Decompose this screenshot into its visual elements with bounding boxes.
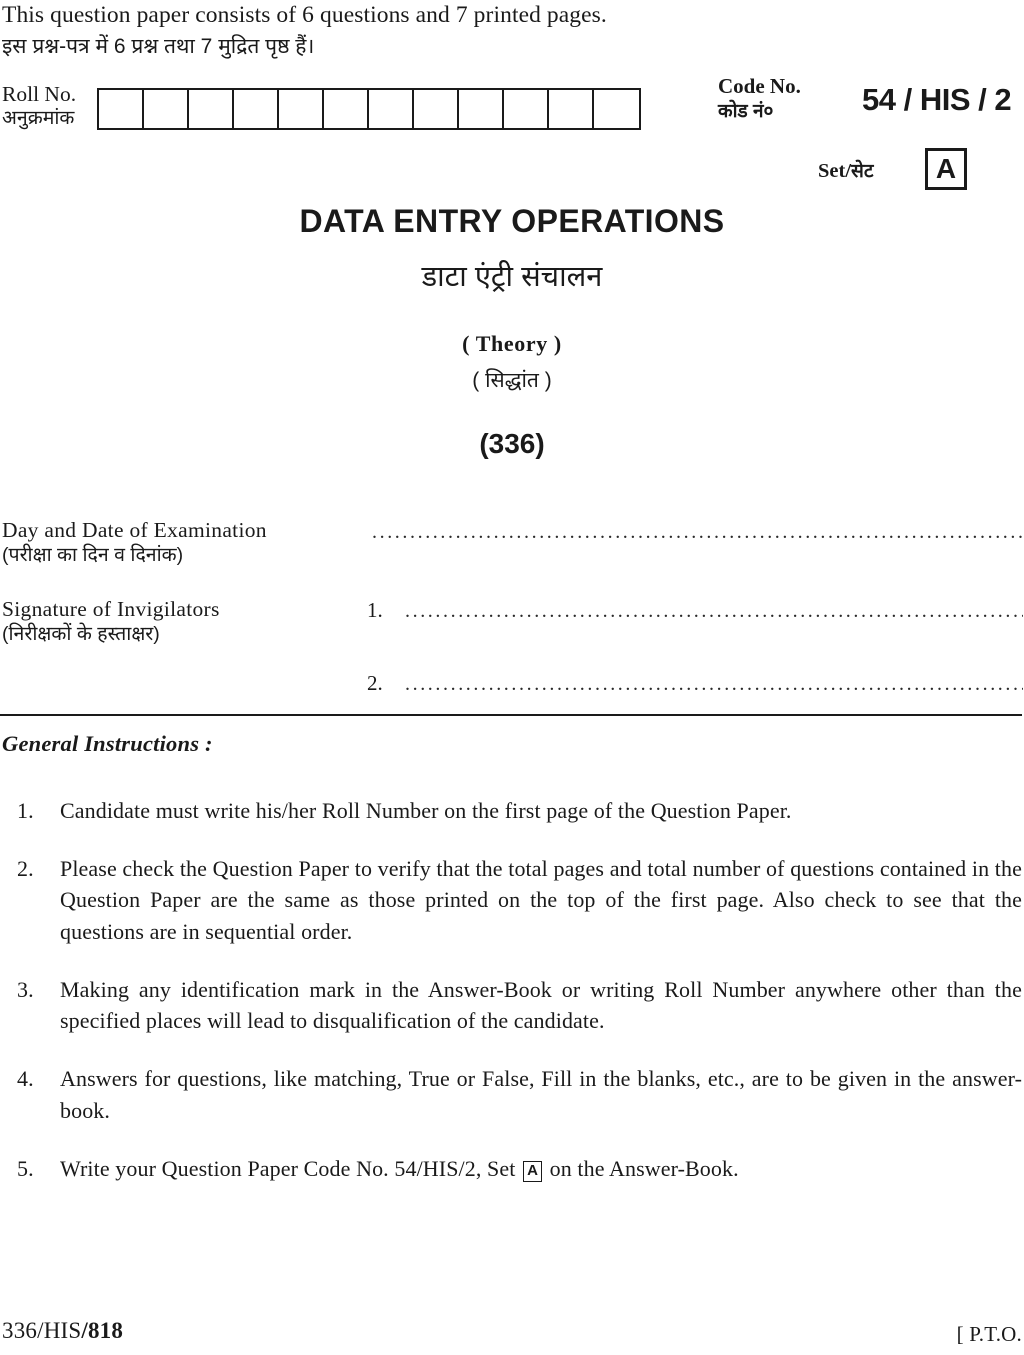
roll-no-cell[interactable] xyxy=(594,90,639,128)
footer-pto: [ P.T.O. xyxy=(956,1322,1022,1346)
roll-no-cell[interactable] xyxy=(234,90,279,128)
roll-no-cell[interactable] xyxy=(99,90,144,128)
instruction-text: Write your Question Paper Code No. 54/HI… xyxy=(60,1155,739,1182)
roll-no-input-grid[interactable] xyxy=(97,88,641,130)
signature-number-1: 1. xyxy=(367,598,383,622)
page-title-hindi: डाटा एंट्री संचालन xyxy=(421,261,603,293)
instruction-item: 4. Answers for questions, like matching, … xyxy=(0,1063,1024,1125)
roll-no-cell[interactable] xyxy=(144,90,189,128)
section-divider xyxy=(0,714,1022,716)
day-date-label-english: Day and Date of Examination xyxy=(2,518,267,542)
roll-no-label: Roll No. अनुक्रमांक xyxy=(2,82,76,130)
roll-no-cell[interactable] xyxy=(414,90,459,128)
signature-dotted-field-1[interactable]: ........................................… xyxy=(405,600,1023,620)
footer-paper-id: 336/HIS/818 xyxy=(2,1318,123,1344)
signature-number-2: 2. xyxy=(367,671,383,695)
instruction-item: 1. Candidate must write his/her Roll Numb… xyxy=(0,795,1024,826)
roll-no-cell[interactable] xyxy=(459,90,504,128)
code-no-label-english: Code No. xyxy=(718,74,801,98)
roll-no-cell[interactable] xyxy=(504,90,549,128)
signature-dotted-field-2[interactable]: ........................................… xyxy=(405,673,1023,693)
instruction-number: 3. xyxy=(17,976,34,1002)
code-no-value: 54 / HIS / 2 xyxy=(862,82,1012,117)
set-label-english: Set/ xyxy=(818,160,852,182)
instruction-text: Candidate must write his/her Roll Number… xyxy=(60,798,792,823)
code-no-label: Code No. कोड नं० xyxy=(718,74,801,123)
invigilator-signature-label: Signature of Invigilators (निरीक्षकों के… xyxy=(2,597,220,646)
set-label: Set/सेट xyxy=(818,157,873,183)
instruction-item: 5. Write your Question Paper Code No. 54/… xyxy=(0,1153,1024,1184)
pages-note-hindi: इस प्रश्न-पत्र में 6 प्रश्न तथा 7 मुद्रि… xyxy=(2,35,315,58)
roll-no-label-english: Roll No. xyxy=(2,82,77,106)
invigilator-signature-label-hindi: (निरीक्षकों के हस्ताक्षर) xyxy=(2,622,160,645)
invigilator-signature-label-english: Signature of Invigilators xyxy=(2,597,220,621)
footer-paper-id-plain: 336/HIS xyxy=(2,1318,82,1343)
inline-set-value-box: A xyxy=(523,1160,543,1182)
pages-note-english: This question paper consists of 6 questi… xyxy=(2,2,607,28)
roll-no-cell[interactable] xyxy=(549,90,594,128)
roll-no-cell[interactable] xyxy=(369,90,414,128)
roll-no-cell[interactable] xyxy=(279,90,324,128)
day-date-dotted-field[interactable]: ........................................… xyxy=(372,521,1022,541)
instruction-text: Please check the Question Paper to verif… xyxy=(60,856,1022,944)
instruction-number: 5. xyxy=(17,1155,34,1181)
instruction-number: 4. xyxy=(17,1066,34,1092)
instruction-number: 1. xyxy=(17,798,34,823)
instruction-text: Answers for questions, like matching, Tr… xyxy=(60,1066,1022,1123)
roll-no-cell[interactable] xyxy=(324,90,369,128)
set-value-box: A xyxy=(925,148,967,190)
paper-type-hindi: ( सिद्धांत ) xyxy=(472,369,552,392)
instruction-item: 3. Making any identification mark in the … xyxy=(0,974,1024,1036)
instruction-item: 2. Please check the Question Paper to ver… xyxy=(0,853,1024,947)
set-label-hindi: सेट xyxy=(851,161,874,182)
instruction-number: 2. xyxy=(17,856,34,882)
general-instructions-list: 1. Candidate must write his/her Roll Numb… xyxy=(0,795,1024,1211)
code-no-label-hindi: कोड नं० xyxy=(718,100,774,122)
general-instructions-heading: General Instructions : xyxy=(2,731,213,756)
paper-type-english: ( Theory ) xyxy=(462,331,562,356)
day-date-label-hindi: (परीक्षा का दिन व दिनांक) xyxy=(2,543,184,566)
roll-no-label-hindi: अनुक्रमांक xyxy=(2,107,75,130)
exam-paper-cover-page: This question paper consists of 6 questi… xyxy=(0,0,1024,1355)
instruction-text: Making any identification mark in the An… xyxy=(60,976,1022,1034)
paper-code-number: (336) xyxy=(479,428,545,459)
day-date-label: Day and Date of Examination (परीक्षा का … xyxy=(2,518,267,567)
page-title-english: DATA ENTRY OPERATIONS xyxy=(299,203,725,239)
footer-paper-id-bold: /818 xyxy=(81,1318,124,1343)
roll-no-cell[interactable] xyxy=(189,90,234,128)
